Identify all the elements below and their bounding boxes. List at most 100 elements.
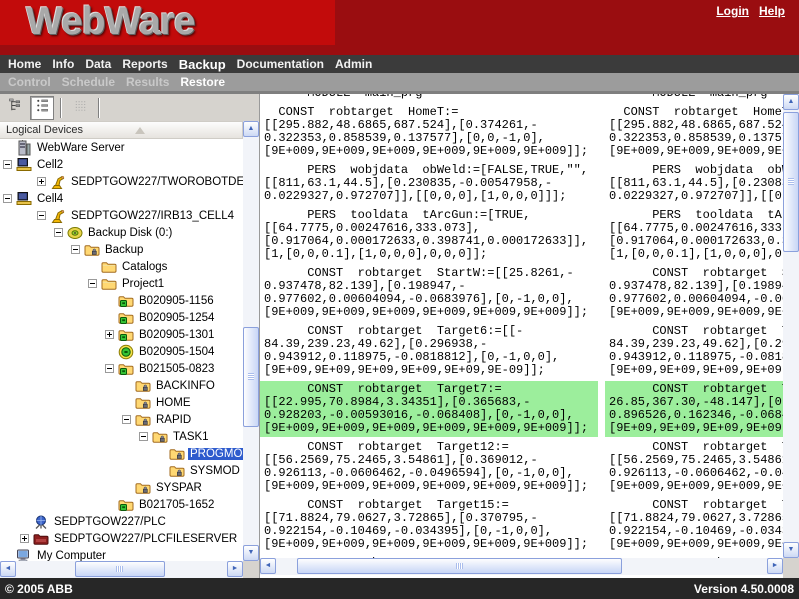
help-link[interactable]: Help <box>759 4 785 18</box>
collapse-icon[interactable] <box>122 415 131 424</box>
tree-item-sysmod[interactable]: SYSMOD <box>0 462 243 479</box>
login-link[interactable]: Login <box>716 4 749 18</box>
nav-item-data[interactable]: Data <box>85 57 111 71</box>
code-block: PERS tooldata tArcGun:=[TRUE,[[64.7775,0… <box>609 209 783 261</box>
tree-item-sedptgow227-irb13-cell4[interactable]: SEDPTGOW227/IRB13_CELL4 <box>0 207 243 224</box>
tree-vscroll-thumb[interactable] <box>243 327 259 427</box>
code-block: CONST robtarget HomeT:=[[295.882,48.6865… <box>264 106 598 158</box>
code-line: [9E+009,9E+009,9E+009,9E+009,9E+009,9E+0… <box>264 480 598 493</box>
scroll-down-button[interactable]: ▼ <box>783 542 799 558</box>
tree-item-b021705-1652[interactable]: B021705-1652 <box>0 496 243 513</box>
tree-item-task1[interactable]: TASK1 <box>0 428 243 445</box>
diff-highlight-block: CONST robtarget Target7:=[[22.995,70.898… <box>260 381 598 437</box>
scroll-down-button[interactable]: ▼ <box>243 545 259 561</box>
code-hscroll-thumb[interactable] <box>297 558 622 574</box>
content-area: Logical Devices WebWare ServerCell2SEDPT… <box>0 94 799 578</box>
nav-item-home[interactable]: Home <box>8 57 41 71</box>
code-vertical-scrollbar[interactable]: ▲ ▼ <box>783 94 799 558</box>
tree-item-catalogs[interactable]: Catalogs <box>0 258 243 275</box>
nav-item-admin[interactable]: Admin <box>335 57 372 71</box>
collapse-icon[interactable] <box>3 160 12 169</box>
collapse-icon[interactable] <box>3 194 12 203</box>
expand-icon[interactable] <box>37 177 46 186</box>
tree-item-backup-disk-0[interactable]: Backup Disk (0:) <box>0 224 243 241</box>
tree-item-project1[interactable]: Project1 <box>0 275 243 292</box>
code-block: CONST robtarget StartW:=[[25.8261,-0.937… <box>609 267 783 319</box>
backup-compare-panel: MODULE main_prg CONST robtarget HomeT:=[… <box>259 94 799 578</box>
tree-horizontal-scrollbar[interactable]: ◄ ► <box>0 561 243 578</box>
code-line: MODULE main_prg <box>264 94 598 100</box>
scroll-up-button[interactable]: ▲ <box>243 121 259 137</box>
toolbar-button-tree-view[interactable] <box>3 96 27 120</box>
tree-hscroll-thumb[interactable] <box>75 561 165 577</box>
toolbar-button-org-view[interactable] <box>30 96 54 120</box>
scroll-left-button[interactable]: ◄ <box>260 558 276 574</box>
tree-vertical-scrollbar[interactable]: ▲ ▼ <box>243 121 259 561</box>
nav-item-info[interactable]: Info <box>52 57 74 71</box>
collapse-icon[interactable] <box>54 228 63 237</box>
tree-item-home[interactable]: HOME <box>0 394 243 411</box>
disk-icon <box>67 225 83 241</box>
subnav-item-schedule: Schedule <box>62 75 115 89</box>
tree-item-label: PROGMOD <box>188 448 243 460</box>
expand-icon[interactable] <box>105 330 114 339</box>
code-horizontal-scrollbar[interactable]: ◄ ► <box>260 558 783 575</box>
folder-robot-icon <box>169 446 185 462</box>
tree-item-b020905-1301[interactable]: B020905-1301 <box>0 326 243 343</box>
tree-item-sedptgow227-plc[interactable]: SEDPTGOW227/PLC <box>0 513 243 530</box>
code-block: MODULE main_prg <box>264 94 598 100</box>
banner: WebWare Login Help <box>0 0 799 55</box>
tree-item-backup[interactable]: Backup <box>0 241 243 258</box>
tree-item-sedptgow227-plcfileserver[interactable]: SEDPTGOW227/PLCFILESERVER <box>0 530 243 547</box>
tree-item-backinfo[interactable]: BACKINFO <box>0 377 243 394</box>
code-line: MODULE main_prg <box>609 94 783 100</box>
tree-item-cell4[interactable]: Cell4 <box>0 190 243 207</box>
tree-item-b020905-1156[interactable]: B020905-1156 <box>0 292 243 309</box>
folder-robot-icon <box>169 463 185 479</box>
tree-item-label: B021505-0823 <box>137 363 216 375</box>
code-pane-right[interactable]: MODULE main_prg CONST robtarget HomeT:=[… <box>605 94 783 558</box>
subnav-item-restore[interactable]: Restore <box>180 75 225 89</box>
code-line: [9E+009,9E+009,9E+009,9E+009,9E+009,9E+0… <box>609 480 783 493</box>
tree-item-cell2[interactable]: Cell2 <box>0 156 243 173</box>
device-tree[interactable]: WebWare ServerCell2SEDPTGOW227/TWOROBOTD… <box>0 139 243 561</box>
folder-robot-icon <box>135 480 151 496</box>
copyright-text: © 2005 ABB <box>5 582 73 596</box>
tree-item-progmod[interactable]: PROGMOD <box>0 445 243 462</box>
tree-item-rapid[interactable]: RAPID <box>0 411 243 428</box>
nav-item-documentation[interactable]: Documentation <box>237 57 324 71</box>
collapse-icon[interactable] <box>71 245 80 254</box>
folder-icon <box>101 276 117 292</box>
tree-item-label: TASK1 <box>171 431 211 443</box>
folder-green-icon <box>118 497 134 513</box>
scroll-left-button[interactable]: ◄ <box>0 561 16 577</box>
expand-icon[interactable] <box>20 534 29 543</box>
robot-icon <box>50 208 66 224</box>
nav-item-reports[interactable]: Reports <box>122 57 167 71</box>
scroll-right-button[interactable]: ► <box>227 561 243 577</box>
tree-item-my-computer[interactable]: My Computer <box>0 547 243 561</box>
code-line: [9E+009,9E+009,9E+009,9E+009,9E+009,9E+0… <box>264 145 598 158</box>
code-line: [9E+009,9E+009,9E+009,9E+009,9E+009,9E+0… <box>609 145 783 158</box>
tree-item-b020905-1254[interactable]: B020905-1254 <box>0 309 243 326</box>
code-line: [1,[0,0,0.1],[1,0,0,0],0,0,0]]; <box>264 248 598 261</box>
tree-item-syspar[interactable]: SYSPAR <box>0 479 243 496</box>
nav-item-backup[interactable]: Backup <box>179 57 226 72</box>
collapse-icon[interactable] <box>105 364 114 373</box>
code-line: [9E+009,9E+009,9E+009,9E+009,9E+009,9E+0… <box>264 538 598 551</box>
logical-devices-header[interactable]: Logical Devices <box>0 121 243 139</box>
code-vscroll-thumb[interactable] <box>783 112 799 252</box>
code-line: [9E+009,9E+009,9E+009,9E+009,9E+009,9E+0… <box>264 422 598 435</box>
tree-item-label: SYSMOD <box>188 465 242 477</box>
collapse-icon[interactable] <box>37 211 46 220</box>
tree-item-webware-server[interactable]: WebWare Server <box>0 139 243 156</box>
collapse-icon[interactable] <box>88 279 97 288</box>
code-block: PERS tooldata tArcGun:=[TRUE,[[64.7775,0… <box>264 209 598 261</box>
tree-item-sedptgow227-tworobotdemoce[interactable]: SEDPTGOW227/TWOROBOTDEMOCE <box>0 173 243 190</box>
tree-item-b021505-0823[interactable]: B021505-0823 <box>0 360 243 377</box>
tree-item-b020905-1504[interactable]: B020905-1504 <box>0 343 243 360</box>
scroll-up-button[interactable]: ▲ <box>783 94 799 110</box>
scroll-right-button[interactable]: ► <box>767 558 783 574</box>
code-pane-left[interactable]: MODULE main_prg CONST robtarget HomeT:=[… <box>260 94 598 558</box>
collapse-icon[interactable] <box>139 432 148 441</box>
